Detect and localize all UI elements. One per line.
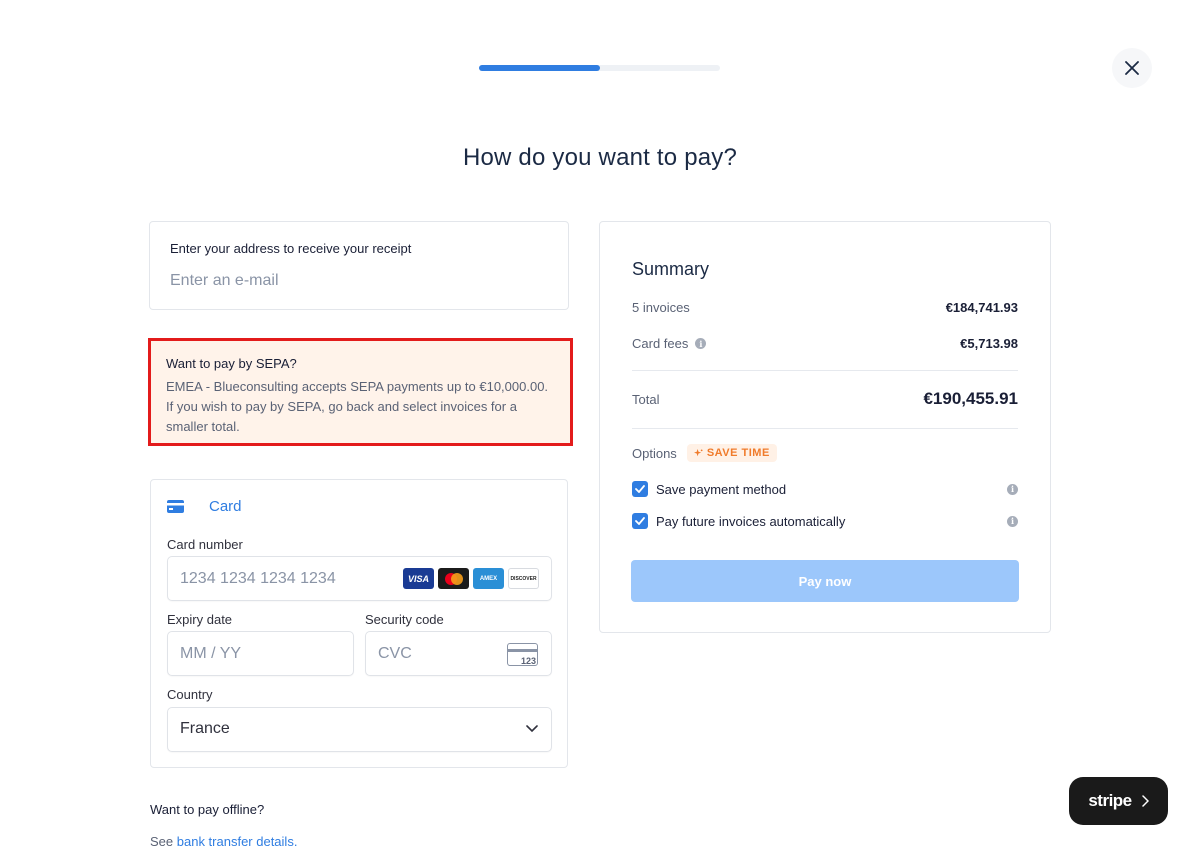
email-card: Enter your address to receive your recei… [149, 221, 569, 310]
card-number-label: Card number [167, 537, 243, 552]
fees-value: €5,713.98 [960, 336, 1018, 351]
country-label: Country [167, 687, 213, 702]
card-number-field[interactable]: VISA AMEX DISCOVER [167, 556, 552, 601]
info-icon[interactable]: i [1007, 483, 1018, 495]
summary-row-total: Total €190,455.91 [632, 389, 1018, 409]
offline-prefix: See [150, 834, 177, 849]
sepa-notice-title: Want to pay by SEPA? [166, 356, 297, 371]
stripe-badge[interactable]: stripe [1069, 777, 1168, 825]
offline-title: Want to pay offline? [150, 802, 265, 817]
info-icon[interactable]: i [695, 338, 707, 349]
stripe-logo: stripe [1088, 791, 1132, 810]
page-title: How do you want to pay? [462, 144, 738, 171]
autopay-checkbox[interactable]: Pay future invoices automatically [632, 513, 845, 529]
bank-transfer-link[interactable]: bank transfer details. [177, 834, 298, 849]
total-value: €190,455.91 [923, 389, 1018, 408]
options-label: Options [632, 445, 677, 461]
tab-card[interactable]: Card [167, 498, 242, 515]
tab-card-label: Card [209, 498, 242, 515]
summary-divider [632, 428, 1018, 429]
option-autopay: Pay future invoices automatically i [632, 513, 1018, 529]
card-payment-form: Card Card number VISA AMEX DISCOVER Expi… [150, 479, 568, 768]
expiry-input[interactable] [180, 632, 340, 675]
invoices-label: 5 invoices [632, 300, 690, 315]
option-save-payment: Save payment method i [632, 481, 1018, 497]
chevron-down-icon [526, 725, 538, 733]
options-header: Options SAVE TIME [632, 444, 1018, 462]
summary-title: Summary [632, 259, 710, 279]
save-time-badge-label: SAVE TIME [706, 447, 770, 459]
mastercard-icon [438, 568, 469, 589]
credit-card-icon [167, 500, 184, 513]
summary-row-fees: Card fees i €5,713.98 [632, 336, 1018, 351]
sepa-notice-text: EMEA - Blueconsulting accepts SEPA payme… [166, 379, 549, 434]
progress-bar [479, 65, 720, 71]
security-code-field[interactable]: 123 [365, 631, 552, 676]
cvc-card-icon: 123 [507, 643, 538, 666]
email-label: Enter your address to receive your recei… [170, 241, 412, 256]
check-icon [635, 485, 645, 493]
visa-icon: VISA [403, 568, 434, 589]
autopay-label: Pay future invoices automatically [656, 513, 846, 529]
total-label: Total [632, 391, 660, 407]
sepa-notice: Want to pay by SEPA? EMEA - Blueconsulti… [148, 338, 573, 446]
checkbox-checked[interactable] [632, 513, 648, 529]
check-icon [635, 517, 645, 525]
summary-card: Summary 5 invoices €184,741.93 Card fees… [599, 221, 1051, 633]
close-icon [1125, 61, 1139, 75]
save-payment-checkbox[interactable]: Save payment method [632, 481, 786, 497]
progress-bar-fill [479, 65, 600, 71]
info-icon[interactable]: i [1007, 515, 1018, 527]
email-input[interactable] [170, 272, 540, 290]
cvc-hint: 123 [520, 656, 536, 666]
security-code-label: Security code [365, 612, 444, 627]
save-time-badge: SAVE TIME [686, 444, 777, 462]
security-code-input[interactable] [378, 632, 498, 675]
expiry-label: Expiry date [167, 612, 233, 627]
country-value: France [180, 720, 230, 737]
close-button[interactable] [1112, 48, 1152, 88]
country-select[interactable]: France [167, 707, 552, 752]
summary-divider [632, 370, 1018, 371]
card-brands: VISA AMEX DISCOVER [403, 568, 539, 589]
offline-text: See bank transfer details. [150, 834, 297, 849]
summary-row-invoices: 5 invoices €184,741.93 [632, 300, 1018, 315]
expiry-field[interactable] [167, 631, 354, 676]
discover-icon: DISCOVER [508, 568, 539, 589]
save-payment-label: Save payment method [656, 481, 787, 497]
checkbox-checked[interactable] [632, 481, 648, 497]
amex-icon: AMEX [473, 568, 504, 589]
invoices-value: €184,741.93 [945, 300, 1018, 315]
fees-label: Card fees [632, 336, 689, 351]
card-number-input[interactable] [180, 557, 400, 600]
sparkle-icon [693, 448, 703, 456]
chevron-right-icon [1141, 795, 1149, 807]
pay-now-button[interactable]: Pay now [631, 560, 1019, 602]
